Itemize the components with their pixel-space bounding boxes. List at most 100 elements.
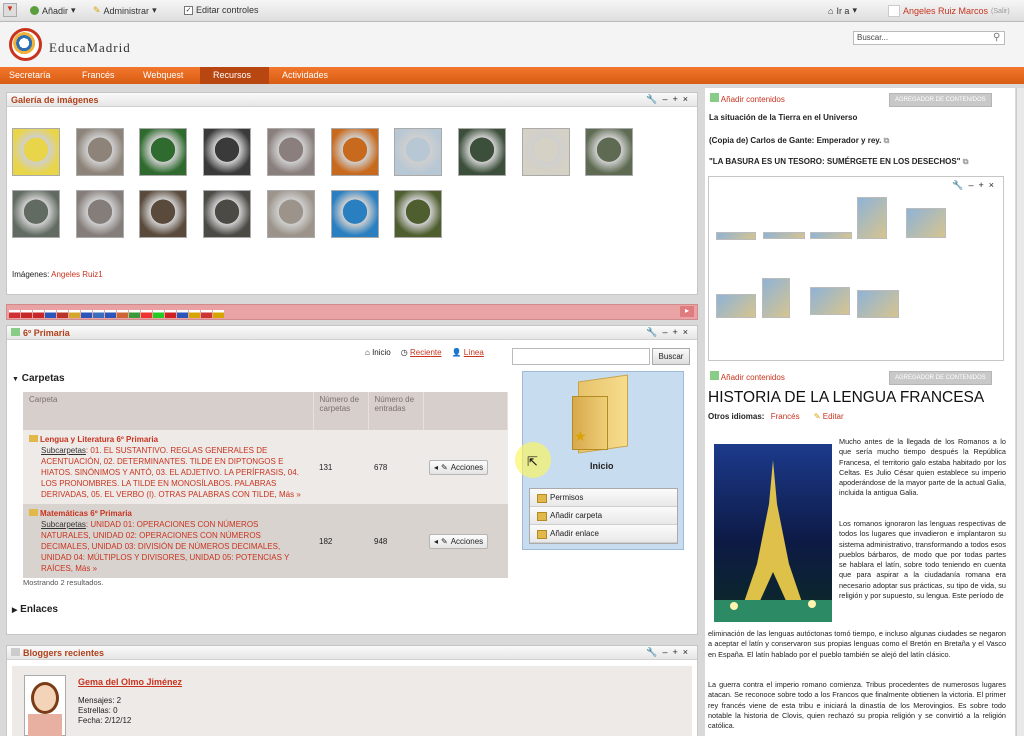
home-link-label: Inicio (372, 348, 391, 357)
folder-link[interactable]: Lengua y Literatura 6º Primaria (29, 434, 307, 445)
gallery-thumbnail[interactable] (585, 128, 634, 176)
language-flag-icon[interactable] (93, 309, 104, 318)
gallery-thumbnail[interactable] (394, 190, 443, 238)
gallery-thumbnail[interactable] (139, 128, 188, 176)
links-heading[interactable]: ▶ Enlaces (12, 604, 58, 615)
gallery-thumbnail[interactable] (75, 190, 124, 238)
edit-link[interactable]: ✎ Editar (814, 412, 844, 421)
gallery-thumbnail[interactable] (457, 128, 506, 176)
portlet-controls[interactable]: 🔧–+× (646, 94, 693, 105)
aggregator-button[interactable]: AGREGADOR DE CONTENIDOS (889, 371, 992, 385)
aggregator-button[interactable]: AGREGADOR DE CONTENIDOS (889, 93, 992, 107)
portlet-controls[interactable]: 🔧–+× (646, 327, 693, 338)
educamadrid-logo[interactable] (9, 28, 42, 61)
language-flag-icon[interactable] (9, 309, 20, 318)
carousel-thumbnail[interactable] (762, 278, 790, 318)
add-content-bottom[interactable]: Añadir contenidos (710, 371, 785, 382)
gallery-author-link[interactable]: Angeles Ruiz1 (51, 270, 103, 279)
language-flag-icon[interactable] (45, 309, 56, 318)
language-flag-icon[interactable] (189, 309, 200, 318)
flags-arrow-icon[interactable]: ▸ (680, 306, 694, 317)
language-flag-icon[interactable] (105, 309, 116, 318)
user-menu[interactable]: Angeles Ruiz Marcos (Salir) (888, 5, 1010, 17)
gallery-thumbnail[interactable] (12, 190, 60, 238)
admin-menu[interactable]: ✎ Administrar ▾ (93, 5, 157, 16)
blogger-name-link[interactable]: Gema del Olmo Jiménez (78, 677, 182, 687)
content-item[interactable]: La situación de la Tierra en el Universo (709, 113, 857, 122)
nav-item-recursos[interactable]: Recursos (213, 70, 251, 80)
page-scrollbar[interactable] (1016, 88, 1024, 736)
carousel-thumbnail[interactable] (810, 287, 850, 315)
folder-search-input[interactable] (512, 348, 650, 365)
more-link[interactable]: Más » (279, 490, 301, 499)
actions-button[interactable]: ◂ ✎ Acciones (429, 459, 489, 475)
folders-heading[interactable]: ▼ Carpetas (12, 373, 65, 384)
actions-button[interactable]: ◂ ✎ Acciones (429, 533, 489, 549)
edit-controls-toggle[interactable]: ✓ Editar controles (184, 5, 259, 15)
home-link[interactable]: ⌂ Inicio (365, 348, 391, 357)
gallery-thumbnail[interactable] (266, 190, 315, 238)
carousel-thumbnail[interactable] (857, 290, 899, 318)
language-flag-icon[interactable] (213, 309, 224, 318)
gallery-thumbnail[interactable] (75, 128, 124, 176)
search-button[interactable]: Buscar (652, 348, 690, 365)
language-flag-icon[interactable] (21, 309, 32, 318)
gallery-thumbnail[interactable] (203, 190, 252, 238)
carousel-thumbnail[interactable] (716, 232, 756, 240)
gallery-thumbnail[interactable] (203, 128, 252, 176)
site-search-input[interactable]: Buscar... (853, 31, 1005, 45)
portlet-controls[interactable]: 🔧–+× (646, 647, 693, 658)
nav-item-frances[interactable]: Francés (82, 70, 115, 80)
add-link-item[interactable]: Añadir enlace (530, 525, 677, 543)
article-para1: Mucho antes de la llegada de los Romanos… (839, 437, 1006, 498)
more-link[interactable]: Más » (75, 564, 97, 573)
add-folder-item[interactable]: Añadir carpeta (530, 507, 677, 525)
content-item[interactable]: "LA BASURA ES UN TESORO: SUMÉRGETE EN LO… (709, 157, 968, 167)
search-icon[interactable]: ⚲ (993, 32, 1000, 43)
language-flag-icon[interactable] (57, 309, 68, 318)
gallery-thumbnail[interactable] (139, 190, 188, 238)
language-flag-icon[interactable] (177, 309, 188, 318)
permissions-item[interactable]: Permisos (530, 489, 677, 507)
gallery-thumbnail[interactable] (330, 128, 379, 176)
dock-toggle-icon[interactable]: ▼ (3, 3, 17, 17)
language-flag-icon[interactable] (81, 309, 92, 318)
portlet-controls[interactable]: 🔧–+× (952, 180, 999, 191)
carousel-thumbnail[interactable] (906, 208, 946, 238)
nav-item-secretaria[interactable]: Secretaría (9, 70, 51, 80)
triangle-right-icon: ▶ (12, 607, 18, 614)
gallery-thumbnail[interactable] (12, 128, 60, 176)
content-item[interactable]: (Copia de) Carlos de Gante: Emperador y … (709, 136, 889, 146)
gallery-thumbnail[interactable] (266, 128, 315, 176)
folder-icon[interactable]: ★ (570, 374, 630, 454)
language-flag-icon[interactable] (129, 309, 140, 318)
carousel-thumbnail[interactable] (810, 232, 852, 239)
add-menu[interactable]: Añadir ▾ (30, 5, 76, 16)
language-flag-icon[interactable] (33, 309, 44, 318)
logout-link[interactable]: (Salir) (991, 8, 1010, 15)
add-content-top[interactable]: Añadir contenidos (710, 93, 785, 104)
gallery-thumbnail[interactable] (394, 128, 443, 176)
nav-item-actividades[interactable]: Actividades (282, 70, 328, 80)
recent-link[interactable]: ◷ Reciente (401, 348, 442, 357)
gallery-thumbnail[interactable] (521, 128, 570, 176)
language-flag-icon[interactable] (201, 309, 212, 318)
language-flag-icon[interactable] (165, 309, 176, 318)
lang-link[interactable]: Francés (771, 412, 800, 421)
folder-link[interactable]: Matemáticas 6º Primaria (29, 508, 307, 519)
language-flag-icon[interactable] (153, 309, 164, 318)
goto-menu[interactable]: ⌂ Ir a ▾ (828, 5, 857, 16)
pencil-icon: ✎ (813, 412, 821, 421)
language-flag-icon[interactable] (69, 309, 80, 318)
language-flag-icon[interactable] (117, 309, 128, 318)
language-flag-icon[interactable] (141, 309, 152, 318)
nav-item-webquest[interactable]: Webquest (143, 70, 183, 80)
blogger-date: Fecha: 2/12/12 (78, 716, 132, 725)
line-link[interactable]: 👤 Línea (452, 348, 484, 357)
carousel-thumbnail[interactable] (857, 197, 887, 239)
carousel-thumbnail[interactable] (763, 232, 805, 239)
carousel-thumbnail[interactable] (716, 294, 756, 318)
eiffel-tower-image (714, 444, 832, 622)
gallery-thumbnail[interactable] (330, 190, 379, 238)
home-folder-label: Inicio (590, 461, 614, 471)
